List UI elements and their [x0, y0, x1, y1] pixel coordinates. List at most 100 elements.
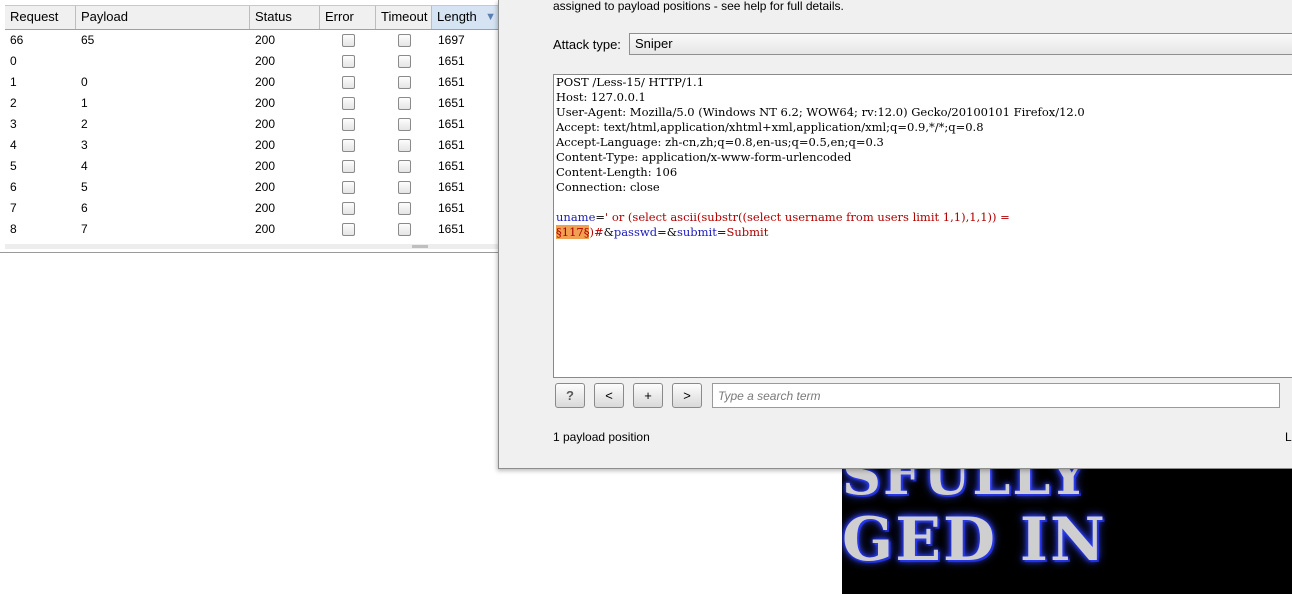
header-content-type: Content-Type: application/x-www-form-url…: [556, 150, 852, 164]
cell-length: 1651: [438, 54, 465, 68]
cell-request: 66: [10, 33, 24, 47]
header-connection: Connection: close: [556, 180, 660, 194]
table-row[interactable]: 7 6 200 1651: [5, 198, 500, 219]
cell-status: 200: [255, 75, 276, 89]
table-row[interactable]: 4 3 200 1651: [5, 135, 500, 156]
cell-payload: 6: [81, 201, 88, 215]
previous-match-button[interactable]: <: [594, 383, 624, 408]
param-passwd: passwd: [613, 225, 658, 239]
param-uname-value-tail: )#: [589, 225, 604, 239]
cell-length: 1651: [438, 75, 465, 89]
cell-request: 7: [10, 201, 17, 215]
error-checkbox[interactable]: [342, 34, 355, 47]
timeout-checkbox[interactable]: [398, 223, 411, 236]
error-checkbox[interactable]: [342, 139, 355, 152]
timeout-checkbox[interactable]: [398, 55, 411, 68]
body-line-2: §117§)#&passwd=&submit=Submit: [556, 225, 768, 240]
cell-status: 200: [255, 180, 276, 194]
error-checkbox[interactable]: [342, 202, 355, 215]
param-submit-value: Submit: [726, 225, 769, 239]
header-accept: Accept: text/html,application/xhtml+xml,…: [556, 120, 984, 134]
background-login-image: SFULLY GED IN: [842, 465, 1292, 594]
timeout-checkbox[interactable]: [398, 181, 411, 194]
table-row[interactable]: 3 2 200 1651: [5, 114, 500, 135]
cell-length: 1651: [438, 159, 465, 173]
column-header-status[interactable]: Status: [250, 6, 320, 29]
cell-request: 1: [10, 75, 17, 89]
column-header-timeout[interactable]: Timeout: [376, 6, 432, 29]
forward-match-button[interactable]: >: [672, 383, 702, 408]
cell-status: 200: [255, 222, 276, 236]
cell-payload: 2: [81, 117, 88, 131]
table-row[interactable]: 5 4 200 1651: [5, 156, 500, 177]
cell-payload: 0: [81, 75, 88, 89]
cell-request: 3: [10, 117, 17, 131]
ampersand: &: [603, 225, 614, 239]
table-row[interactable]: 0 200 1651: [5, 51, 500, 72]
header-user-agent: User-Agent: Mozilla/5.0 (Windows NT 6.2;…: [556, 105, 1085, 119]
cell-request: 0: [10, 54, 17, 68]
cell-length: 1651: [438, 117, 465, 131]
request-template-editor[interactable]: POST /Less-15/ HTTP/1.1 Host: 127.0.0.1 …: [553, 74, 1292, 378]
cell-request: 8: [10, 222, 17, 236]
ampersand: &: [666, 225, 677, 239]
body-line-1: uname=' or (select ascii(substr((select …: [556, 210, 1010, 225]
timeout-checkbox[interactable]: [398, 34, 411, 47]
equals-sign: =: [595, 210, 606, 224]
column-header-request[interactable]: Request: [5, 6, 76, 29]
param-submit: submit: [676, 225, 717, 239]
divider-grip-handle[interactable]: [412, 245, 428, 248]
column-header-length[interactable]: Length ▼: [432, 6, 500, 29]
cell-payload: 3: [81, 138, 88, 152]
timeout-checkbox[interactable]: [398, 118, 411, 131]
cell-length: 1651: [438, 222, 465, 236]
timeout-checkbox[interactable]: [398, 160, 411, 173]
table-row[interactable]: 2 1 200 1651: [5, 93, 500, 114]
header-content-length: Content-Length: 106: [556, 165, 678, 179]
error-checkbox[interactable]: [342, 223, 355, 236]
timeout-checkbox[interactable]: [398, 202, 411, 215]
image-text-line-1: SFULLY: [842, 465, 1090, 507]
cell-payload: 5: [81, 180, 88, 194]
image-text-line-2: GED IN: [842, 505, 1107, 575]
error-checkbox[interactable]: [342, 181, 355, 194]
search-input[interactable]: [712, 383, 1280, 408]
error-checkbox[interactable]: [342, 160, 355, 173]
truncated-right-label: L: [1285, 430, 1292, 444]
param-uname-value: ' or (select ascii(substr((select userna…: [605, 210, 1010, 224]
cell-status: 200: [255, 33, 276, 47]
cell-length: 1697: [438, 33, 465, 47]
cell-status: 200: [255, 159, 276, 173]
cell-payload: 4: [81, 159, 88, 173]
timeout-checkbox[interactable]: [398, 97, 411, 110]
intruder-results-window: Request Payload Status Error Timeout Len…: [0, 0, 500, 253]
payload-position-marker[interactable]: §117§: [556, 225, 590, 239]
timeout-checkbox[interactable]: [398, 139, 411, 152]
table-row[interactable]: 66 65 200 1697: [5, 30, 500, 51]
cell-length: 1651: [438, 96, 465, 110]
error-checkbox[interactable]: [342, 97, 355, 110]
cell-status: 200: [255, 117, 276, 131]
column-header-error[interactable]: Error: [320, 6, 376, 29]
table-row[interactable]: 8 7 200 1651: [5, 219, 500, 240]
cell-status: 200: [255, 201, 276, 215]
cell-length: 1651: [438, 180, 465, 194]
payload-position-count: 1 payload position: [553, 430, 650, 444]
column-header-payload[interactable]: Payload: [76, 6, 250, 29]
error-checkbox[interactable]: [342, 118, 355, 131]
header-accept-language: Accept-Language: zh-cn,zh;q=0.8,en-us;q=…: [556, 135, 884, 149]
cell-request: 4: [10, 138, 17, 152]
header-host: Host: 127.0.0.1: [556, 90, 646, 104]
cell-request: 2: [10, 96, 17, 110]
help-button[interactable]: ?: [555, 383, 585, 408]
cell-payload: 1: [81, 96, 88, 110]
timeout-checkbox[interactable]: [398, 76, 411, 89]
error-checkbox[interactable]: [342, 76, 355, 89]
attack-type-select[interactable]: Sniper: [629, 33, 1292, 55]
table-row[interactable]: 6 5 200 1651: [5, 177, 500, 198]
cell-status: 200: [255, 54, 276, 68]
next-match-button[interactable]: +: [633, 383, 663, 408]
table-row[interactable]: 1 0 200 1651: [5, 72, 500, 93]
error-checkbox[interactable]: [342, 55, 355, 68]
cell-length: 1651: [438, 138, 465, 152]
